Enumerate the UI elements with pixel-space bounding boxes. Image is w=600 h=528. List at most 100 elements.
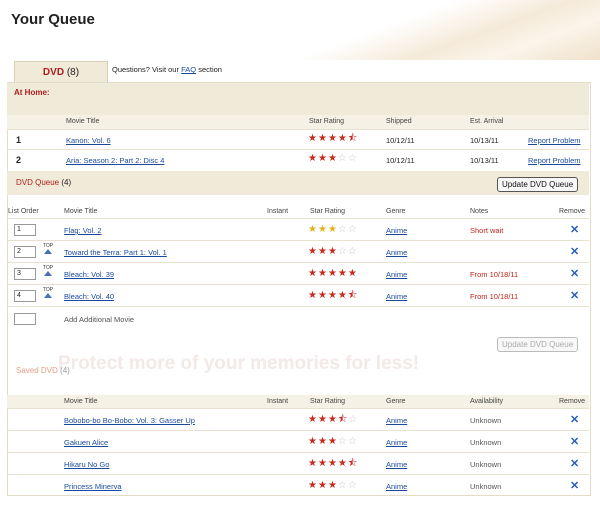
star-full-icon: ★ — [327, 290, 337, 301]
star-rating[interactable]: ★ ★ ★ ★ ⯪ — [308, 291, 357, 301]
star-rating[interactable]: ★ ★ ★ ⯪ ☆ — [308, 415, 357, 425]
star-empty-icon: ☆ — [347, 480, 357, 491]
genre-link[interactable]: Anime — [386, 438, 407, 447]
remove-icon[interactable]: ✕ — [570, 413, 579, 426]
page-header: Your Queue — [0, 0, 600, 60]
table-row: 2 TOP Toward the Terra: Part 1: Vol. 1 ★… — [7, 240, 589, 263]
report-problem-link[interactable]: Report Problem — [528, 156, 581, 165]
table-row: 1 Kanon: Vol. 6 ★ ★ ★ ★ ⯪ 10/12/11 10/13/11 … — [7, 129, 589, 150]
order-input[interactable]: 2 — [14, 246, 36, 258]
genre-link[interactable]: Anime — [386, 482, 407, 491]
remove-icon[interactable]: ✕ — [570, 457, 579, 470]
star-full-icon: ★ — [317, 224, 327, 235]
genre-link[interactable]: Anime — [386, 248, 407, 257]
faq-link[interactable]: FAQ — [181, 65, 196, 74]
col-movie-title: Movie Title — [66, 118, 100, 125]
star-full-icon: ★ — [308, 458, 317, 469]
move-to-top-button[interactable]: TOP — [41, 243, 55, 254]
movie-link[interactable]: Hikaru No Go — [64, 460, 109, 469]
col-est-arrival: Est. Arrival — [470, 118, 504, 125]
at-home-title: At Home: — [14, 88, 50, 97]
col-star-rating: Star Rating — [310, 398, 346, 405]
star-rating[interactable]: ★ ★ ★ ☆ ☆ — [308, 154, 357, 164]
star-full-icon: ★ — [337, 268, 347, 279]
star-rating[interactable]: ★ ★ ★ ★ ★ — [308, 269, 357, 279]
report-problem-link[interactable]: Report Problem — [528, 136, 581, 145]
add-order-input[interactable] — [14, 313, 36, 325]
star-half-icon: ⯪ — [347, 290, 358, 301]
tab-count: (8) — [66, 67, 80, 78]
order-input[interactable]: 1 — [14, 224, 36, 236]
movie-link[interactable]: Bleach: Vol. 39 — [64, 270, 114, 279]
row-number: 1 — [16, 135, 22, 145]
star-empty-icon: ☆ — [337, 153, 347, 164]
update-dvd-queue-button[interactable]: Update DVD Queue — [497, 177, 579, 192]
col-movie-title: Movie Title — [64, 208, 98, 215]
remove-icon[interactable]: ✕ — [570, 223, 579, 236]
star-rating[interactable]: ★ ★ ★ ☆ ☆ — [308, 225, 357, 235]
availability-text: Unknown — [470, 482, 502, 491]
star-rating[interactable]: ★ ★ ★ ☆ ☆ — [308, 437, 357, 447]
star-full-icon: ★ — [337, 458, 347, 469]
remove-icon[interactable]: ✕ — [570, 289, 579, 302]
movie-link[interactable]: Princess Minerva — [64, 482, 122, 491]
page-title: Your Queue — [11, 11, 95, 28]
col-remove: Remove — [559, 398, 586, 405]
genre-link[interactable]: Anime — [386, 270, 407, 279]
movie-link[interactable]: Gakuen Alice — [64, 438, 108, 447]
remove-icon[interactable]: ✕ — [570, 267, 579, 280]
star-empty-icon: ☆ — [347, 224, 357, 235]
movie-link[interactable]: Toward the Terra: Part 1: Vol. 1 — [64, 248, 167, 257]
star-rating[interactable]: ★ ★ ★ ★ ⯪ — [308, 134, 357, 144]
help-suffix: section — [198, 65, 222, 74]
star-empty-icon: ☆ — [337, 480, 347, 491]
watermark-text: Protect more of your memories for less! — [58, 353, 420, 374]
table-row: Gakuen Alice ★ ★ ★ ☆ ☆ Anime Unknown ✕ — [7, 430, 589, 453]
arrow-up-icon — [44, 271, 52, 276]
star-full-icon: ★ — [327, 133, 337, 144]
genre-link[interactable]: Anime — [386, 460, 407, 469]
order-input[interactable]: 3 — [14, 268, 36, 280]
star-full-icon: ★ — [317, 480, 327, 491]
arrival-date: 10/13/11 — [470, 156, 499, 165]
order-input[interactable]: 4 — [14, 290, 36, 302]
col-availability: Availability — [470, 398, 503, 405]
tab-dvd[interactable]: DVD (8) — [14, 61, 108, 83]
movie-link[interactable]: Bobobo-bo Bo-Bobo: Vol. 3: Gasser Up — [64, 416, 195, 425]
star-rating[interactable]: ★ ★ ★ ☆ ☆ — [308, 481, 357, 491]
remove-icon[interactable]: ✕ — [570, 245, 579, 258]
dvd-queue-title: DVD Queue (4) — [16, 178, 71, 187]
star-full-icon: ★ — [317, 268, 327, 279]
remove-icon[interactable]: ✕ — [570, 479, 579, 492]
note-text: From 10/18/11 — [470, 292, 519, 301]
movie-link[interactable]: Bleach: Vol. 40 — [64, 292, 114, 301]
star-rating[interactable]: ★ ★ ★ ★ ⯪ — [308, 459, 357, 469]
genre-link[interactable]: Anime — [386, 226, 407, 235]
col-genre: Genre — [386, 208, 406, 215]
genre-link[interactable]: Anime — [386, 292, 407, 301]
col-star-rating: Star Rating — [310, 208, 346, 215]
table-row: 4 TOP Bleach: Vol. 40 ★ ★ ★ ★ ⯪ Anime From 1… — [7, 284, 589, 307]
col-instant: Instant — [267, 208, 289, 215]
star-full-icon: ★ — [337, 133, 347, 144]
move-to-top-button[interactable]: TOP — [41, 265, 55, 276]
update-dvd-queue-button-bottom[interactable]: Update DVD Queue — [497, 337, 579, 352]
table-row: Bobobo-bo Bo-Bobo: Vol. 3: Gasser Up ★ ★ ★… — [7, 408, 589, 431]
availability-text: Unknown — [470, 416, 502, 425]
add-movie-label: Add Additional Movie — [64, 315, 135, 324]
star-full-icon: ★ — [308, 290, 317, 301]
availability-text: Unknown — [470, 438, 502, 447]
table-row: Hikaru No Go ★ ★ ★ ★ ⯪ Anime Unknown ✕ — [7, 452, 589, 475]
remove-icon[interactable]: ✕ — [570, 435, 579, 448]
movie-link[interactable]: Flag: Vol. 2 — [64, 226, 102, 235]
movie-link[interactable]: Aria: Season 2: Part 2: Disc 4 — [66, 156, 164, 165]
col-star-rating: Star Rating — [309, 118, 345, 125]
star-rating[interactable]: ★ ★ ★ ☆ ☆ — [308, 247, 357, 257]
at-home-header — [7, 83, 589, 115]
move-to-top-button[interactable]: TOP — [41, 287, 55, 298]
genre-link[interactable]: Anime — [386, 416, 407, 425]
star-full-icon: ★ — [317, 458, 327, 469]
col-genre: Genre — [386, 398, 406, 405]
star-full-icon: ★ — [317, 290, 327, 301]
movie-link[interactable]: Kanon: Vol. 6 — [66, 136, 111, 145]
